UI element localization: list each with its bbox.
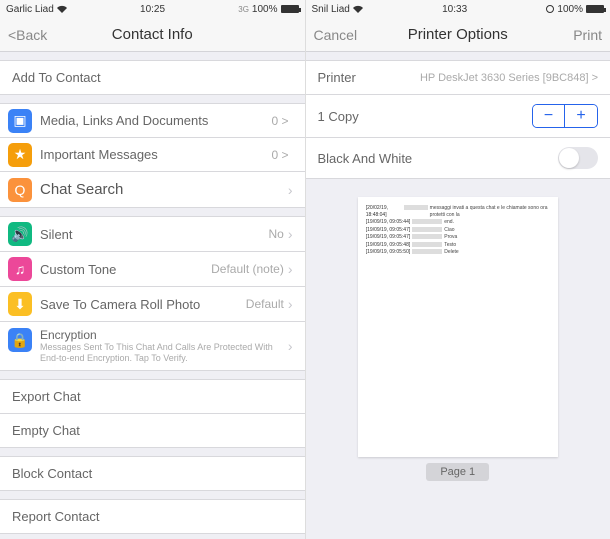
block-contact-row[interactable]: Block Contact	[0, 456, 305, 491]
preview-text: messaggi invati a questa chat e le chiam…	[430, 205, 550, 218]
star-icon: ★	[8, 143, 32, 167]
media-label: Media, Links And Documents	[40, 113, 271, 128]
silent-value: No	[268, 227, 283, 241]
printer-value: HP DeskJet 3630 Series [9BC848] >	[420, 72, 598, 84]
important-row[interactable]: ★ Important Messages 0 >	[0, 138, 305, 172]
back-button[interactable]: <Back	[8, 27, 58, 43]
export-chat-row[interactable]: Export Chat	[0, 379, 305, 414]
music-note-icon: ♫	[8, 257, 32, 281]
left-screen: Garlic Liad 10:25 3G 100% <Back Contact …	[0, 0, 306, 539]
silent-label: Silent	[40, 227, 268, 242]
right-screen: Snil Liad 10:33 100% Cancel Printer Opti…	[306, 0, 610, 539]
preview-text: Delete	[444, 249, 458, 256]
clock: 10:33	[442, 4, 467, 15]
photo-icon: ▣	[8, 109, 32, 133]
cancel-button[interactable]: Cancel	[314, 27, 364, 43]
chevron-right-icon: ›	[288, 261, 293, 277]
redacted-icon	[412, 249, 442, 254]
speaker-icon: 🔊	[8, 222, 32, 246]
encryption-title: Encryption	[40, 328, 288, 342]
copies-row: 1 Copy − +	[306, 95, 610, 138]
battery-pct: 100%	[557, 4, 583, 15]
signal-mode: 3G	[238, 5, 249, 14]
redacted-icon	[412, 219, 442, 224]
save-photo-value: Default	[246, 297, 284, 311]
printer-label: Printer	[318, 70, 420, 85]
add-contact-label: Add To Contact	[12, 70, 293, 85]
redacted-icon	[404, 205, 428, 210]
preview-text: Prova	[444, 234, 457, 241]
add-to-contact-row[interactable]: Add To Contact	[0, 60, 305, 95]
print-button[interactable]: Print	[552, 27, 602, 43]
carrier-label: Snil Liad	[312, 4, 350, 15]
lock-icon: 🔒	[8, 328, 32, 352]
chat-search-row[interactable]: Q Chat Search ›	[0, 172, 305, 208]
empty-chat-row[interactable]: Empty Chat	[0, 414, 305, 448]
decrement-button[interactable]: −	[533, 105, 565, 127]
nav-bar: <Back Contact Info	[0, 18, 305, 52]
chevron-right-icon: ›	[288, 226, 293, 242]
sync-icon	[546, 5, 554, 13]
bw-label: Black And White	[318, 151, 559, 166]
preview-ts: [20/02/19, 18:48:04]	[366, 205, 402, 218]
battery-pct: 100%	[252, 4, 278, 15]
increment-button[interactable]: +	[565, 105, 597, 127]
status-bar: Snil Liad 10:33 100%	[306, 0, 610, 18]
empty-label: Empty Chat	[12, 423, 293, 438]
chevron-right-icon: ›	[288, 182, 293, 198]
printer-select-row[interactable]: Printer HP DeskJet 3630 Series [9BC848] …	[306, 60, 610, 95]
redacted-icon	[412, 242, 442, 247]
preview-ts: [19/09/19, 09:05:47]	[366, 234, 410, 241]
custom-tone-value: Default (note)	[211, 262, 284, 276]
clock: 10:25	[140, 4, 165, 15]
download-icon: ⬇	[8, 292, 32, 316]
custom-tone-row[interactable]: ♫ Custom Tone Default (note) ›	[0, 252, 305, 287]
block-label: Block Contact	[12, 466, 293, 481]
important-value: 0 >	[271, 148, 288, 162]
media-value: 0 >	[271, 114, 288, 128]
page-indicator: Page 1	[426, 463, 489, 481]
wifi-icon	[353, 5, 363, 13]
encryption-sub: Messages Sent To This Chat And Calls Are…	[40, 342, 288, 364]
chevron-right-icon: ›	[288, 296, 293, 312]
page-title: Contact Info	[58, 26, 247, 43]
redacted-icon	[412, 234, 442, 239]
custom-tone-label: Custom Tone	[40, 262, 211, 277]
copies-label: 1 Copy	[318, 109, 533, 124]
redacted-icon	[412, 227, 442, 232]
encryption-row[interactable]: 🔒 Encryption Messages Sent To This Chat …	[0, 322, 305, 371]
preview-ts: [19/09/19, 09:05:47]	[366, 227, 410, 234]
bw-row: Black And White	[306, 138, 610, 179]
save-photo-row[interactable]: ⬇ Save To Camera Roll Photo Default ›	[0, 287, 305, 322]
chat-search-label: Chat Search	[40, 181, 288, 198]
preview-text: end.	[444, 219, 454, 226]
important-label: Important Messages	[40, 147, 271, 162]
export-label: Export Chat	[12, 389, 293, 404]
media-row[interactable]: ▣ Media, Links And Documents 0 >	[0, 103, 305, 138]
preview-page[interactable]: [20/02/19, 18:48:04] messaggi invati a q…	[358, 197, 558, 457]
bw-switch[interactable]	[558, 147, 598, 169]
silent-row[interactable]: 🔊 Silent No ›	[0, 216, 305, 252]
battery-icon	[586, 5, 604, 13]
preview-ts: [19/09/19, 09:05:48]	[366, 242, 410, 249]
save-photo-label: Save To Camera Roll Photo	[40, 297, 246, 312]
preview-ts: [19/09/19, 09:05:50]	[366, 249, 410, 256]
preview-text: Testo	[444, 242, 456, 249]
preview-ts: [19/09/19, 09:05:44]	[366, 219, 410, 226]
carrier-label: Garlic Liad	[6, 4, 54, 15]
report-contact-row[interactable]: Report Contact	[0, 499, 305, 534]
page-title: Printer Options	[364, 26, 553, 43]
copy-stepper: − +	[532, 104, 598, 128]
preview-text: Ciao	[444, 227, 454, 234]
battery-icon	[281, 5, 299, 13]
report-label: Report Contact	[12, 509, 293, 524]
chevron-right-icon: ›	[288, 338, 293, 354]
status-bar: Garlic Liad 10:25 3G 100%	[0, 0, 305, 18]
search-icon: Q	[8, 178, 32, 202]
print-preview: [20/02/19, 18:48:04] messaggi invati a q…	[306, 179, 610, 539]
wifi-icon	[57, 5, 67, 13]
nav-bar: Cancel Printer Options Print	[306, 18, 610, 52]
